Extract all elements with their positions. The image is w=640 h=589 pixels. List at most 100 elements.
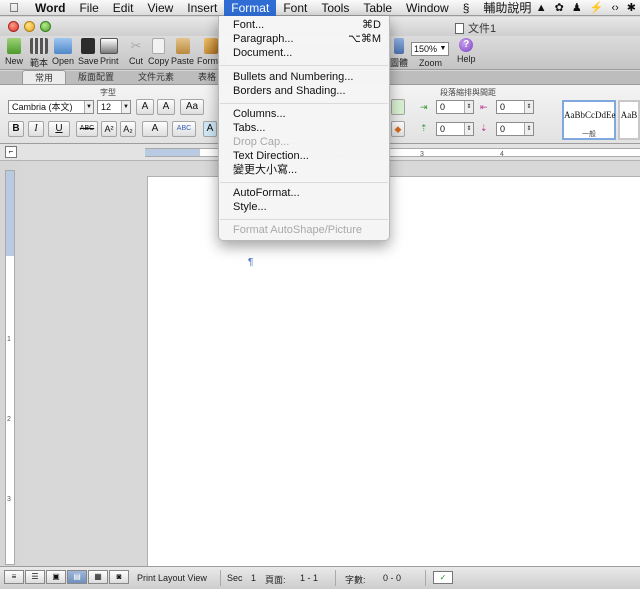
menu-separator (220, 65, 388, 66)
menu-app-word[interactable]: Word (28, 0, 72, 16)
menu-view[interactable]: View (140, 0, 180, 16)
grow-font-button[interactable]: A (136, 99, 154, 115)
menu-item-autoformat[interactable]: AutoFormat... (219, 186, 389, 200)
menu-edit[interactable]: Edit (106, 0, 141, 16)
menu-window[interactable]: Window (399, 0, 456, 16)
zoom-value: 150% (414, 44, 438, 54)
zoom-window-button[interactable] (40, 21, 51, 32)
close-window-button[interactable] (8, 21, 19, 32)
open-button[interactable]: Open (52, 38, 74, 66)
folder-icon (54, 38, 73, 54)
menu-font[interactable]: Font (276, 0, 314, 16)
font-color-button[interactable]: A (142, 121, 168, 137)
menu-tools[interactable]: Tools (314, 0, 356, 16)
drive-icon[interactable]: ▲ (532, 0, 551, 16)
print-button[interactable]: Print (100, 38, 119, 66)
menu-item-document[interactable]: Document... (219, 46, 389, 60)
draft-view-icon[interactable]: ≡ (4, 570, 24, 584)
menu-separator (220, 219, 388, 220)
spacing-before-field[interactable]: 0 ⇕ (436, 122, 474, 136)
paragraph-mark: ¶ (248, 257, 254, 268)
menu-format[interactable]: Format (224, 0, 277, 16)
underline-button[interactable]: U (48, 121, 70, 137)
menu-item-borders-shading[interactable]: Borders and Shading... (219, 84, 389, 98)
superscript-button[interactable]: A² (101, 121, 117, 137)
vertical-ruler[interactable]: 1 2 3 (5, 170, 15, 565)
sync-icon[interactable]: ✿ (551, 0, 568, 16)
menu-table[interactable]: Table (356, 0, 399, 16)
subscript-button[interactable]: A₂ (120, 121, 136, 137)
menu-item-format-autoshape: Format AutoShape/Picture (233, 224, 363, 236)
indent-right-field[interactable]: 0 ⇕ (496, 100, 534, 114)
paste-button[interactable]: Paste (171, 38, 194, 66)
bold-button[interactable]: B (8, 121, 24, 137)
indent-left-icon: ⇥ (420, 102, 428, 112)
templates-button[interactable]: 範本 (30, 38, 48, 69)
style-partial[interactable]: AaB (618, 100, 640, 140)
strikethrough-button[interactable]: ABC (76, 121, 98, 137)
font-name-select[interactable]: Cambria (本文) ▼ (8, 100, 94, 114)
menu-item-bullets-numbering[interactable]: Bullets and Numbering... (219, 70, 389, 84)
menu-file[interactable]: File (72, 0, 105, 16)
menu-help[interactable]: 輔助說明 (476, 0, 538, 16)
full-screen-view-icon[interactable]: ◙ (109, 570, 129, 584)
scissors-icon: ✂ (130, 38, 142, 53)
notebook-view-icon[interactable]: ▦ (88, 570, 108, 584)
save-button[interactable]: Save (78, 38, 99, 66)
italic-button[interactable]: I (28, 121, 44, 137)
spacing-after-icon: ⇣ (480, 123, 488, 133)
style-partial-sample: AaB (620, 110, 638, 120)
tab-stop-selector-icon[interactable]: ⌐ (5, 146, 17, 158)
spelling-check-icon[interactable]: ✓ (433, 571, 453, 584)
save-disk-icon (81, 38, 96, 54)
text-effects-button[interactable]: A (203, 121, 217, 137)
new-button[interactable]: New (5, 38, 23, 66)
bluetooth-icon[interactable]: ✱ (623, 0, 640, 16)
minimize-window-button[interactable] (24, 21, 35, 32)
copy-button[interactable]: Copy (148, 38, 169, 66)
arrows-icon[interactable]: ‹› (607, 0, 622, 16)
highlight-button[interactable]: ABC (172, 121, 196, 137)
toolbar-partial-icon (394, 38, 404, 54)
evernote-icon[interactable]: ♟ (568, 0, 586, 16)
zoom-label: Zoom (419, 58, 443, 68)
menu-item-style[interactable]: Style... (219, 200, 389, 214)
style-normal[interactable]: AaBbCcDdEe 一般 (562, 100, 616, 140)
script-menu-icon[interactable]: § (456, 0, 477, 16)
shading-button[interactable]: ◆ (391, 121, 405, 137)
menu-separator (220, 103, 388, 104)
zoom-select[interactable]: 150% ▼ (411, 42, 449, 56)
toolbar-partial-button[interactable]: 圖體 (390, 38, 408, 69)
document-title-text: 文件1 (468, 23, 497, 35)
copy-icon (152, 38, 165, 54)
tab-document-elements[interactable]: 文件元素 (126, 70, 186, 84)
section-label: Sec (227, 573, 243, 583)
indent-left-field[interactable]: 0 ⇕ (436, 100, 474, 114)
change-case-button[interactable]: Aa (180, 99, 204, 115)
shrink-font-button[interactable]: A (157, 99, 175, 115)
stepper-icon: ⇕ (524, 123, 533, 135)
publishing-view-icon[interactable]: ▣ (46, 570, 66, 584)
menu-item-font[interactable]: Font... ⌘D (219, 18, 389, 32)
font-size-select[interactable]: 12 ▼ (97, 100, 131, 114)
font-name-value: Cambria (本文) (12, 102, 73, 112)
shortcut-font: ⌘D (362, 19, 381, 31)
spacing-after-field[interactable]: 0 ⇕ (496, 122, 534, 136)
print-layout-view-icon[interactable]: ▤ (67, 570, 87, 584)
tab-home[interactable]: 常用 (22, 70, 67, 84)
menu-insert[interactable]: Insert (180, 0, 224, 16)
apple-menu-icon[interactable]:  (0, 0, 28, 15)
menu-item-paragraph[interactable]: Paragraph... ⌥⌘M (219, 32, 389, 46)
wand-icon[interactable]: ⚡ (586, 0, 608, 16)
menu-item-columns[interactable]: Columns... (219, 107, 389, 121)
tab-layout[interactable]: 版面配置 (66, 70, 126, 84)
document-title: 文件1 (455, 20, 496, 36)
view-buttons: ≡ ☰ ▣ ▤ ▦ ◙ (4, 570, 130, 584)
menu-item-change-case[interactable]: 變更大小寫... (219, 163, 389, 177)
menu-item-text-direction[interactable]: Text Direction... (219, 149, 389, 163)
help-button[interactable]: ? Help (457, 38, 476, 64)
cut-button[interactable]: ✂ Cut (127, 38, 145, 66)
menu-item-tabs[interactable]: Tabs... (219, 121, 389, 135)
outline-view-icon[interactable]: ☰ (25, 570, 45, 584)
paragraph-group-partial[interactable] (391, 99, 405, 115)
